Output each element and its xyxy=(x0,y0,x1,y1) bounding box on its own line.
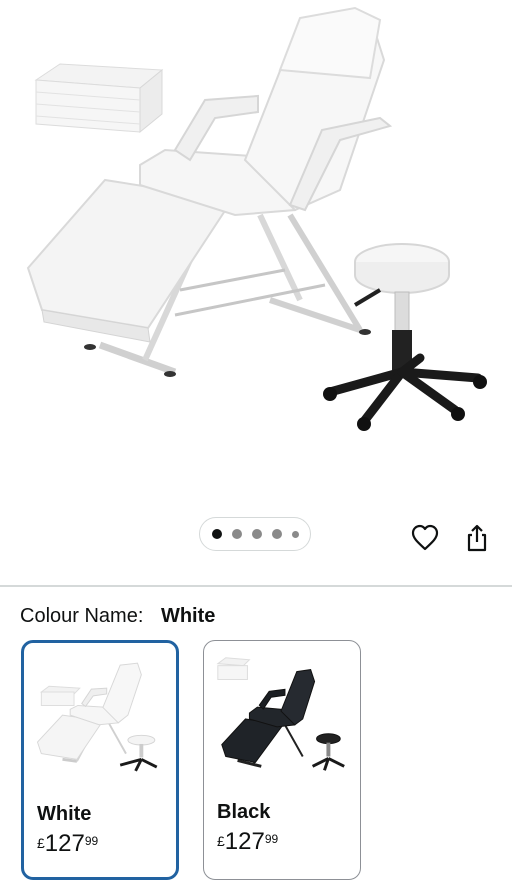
carousel-dot-1[interactable] xyxy=(211,529,222,539)
swatch-white[interactable]: White £12799 xyxy=(21,640,179,880)
swatch-white-price: £12799 xyxy=(37,830,99,857)
swatch-white-name: White xyxy=(37,803,92,825)
share-button[interactable] xyxy=(462,523,492,553)
carousel-dot-5[interactable] xyxy=(291,530,299,538)
swatch-white-thumbnail xyxy=(36,662,158,772)
swatch-black-price: £12799 xyxy=(217,828,279,855)
share-icon xyxy=(467,524,487,552)
salon-chair-image xyxy=(26,6,393,377)
towel-stack-image xyxy=(34,63,164,134)
colour-name-row: Colour Name: White xyxy=(20,605,215,628)
carousel-dot-4[interactable] xyxy=(271,529,282,539)
product-image[interactable] xyxy=(0,0,512,500)
colour-name-label: Colour Name: xyxy=(20,605,144,627)
swatch-black[interactable]: Black £12799 xyxy=(203,640,361,880)
wishlist-button[interactable] xyxy=(410,523,440,553)
carousel-dot-2[interactable] xyxy=(231,529,242,539)
section-divider xyxy=(0,585,512,587)
heart-icon xyxy=(411,524,439,551)
colour-name-value: White xyxy=(160,605,216,627)
swatch-black-thumbnail xyxy=(216,657,345,771)
stool-image xyxy=(323,243,487,431)
swatch-black-name: Black xyxy=(217,801,271,823)
image-carousel-indicator[interactable] xyxy=(199,517,311,551)
carousel-dot-3[interactable] xyxy=(251,529,262,539)
